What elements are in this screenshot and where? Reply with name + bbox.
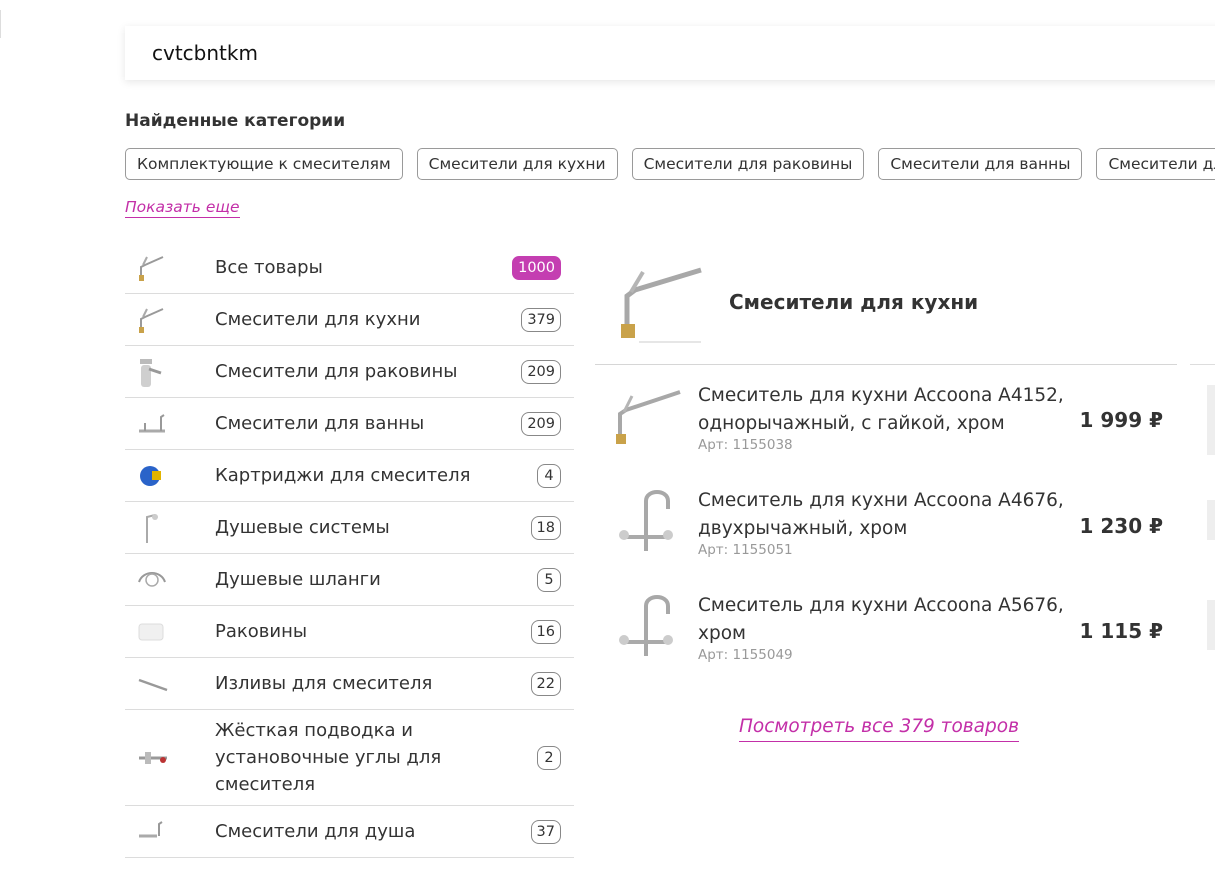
category-label: Смесители для кухни: [215, 309, 421, 330]
found-categories-title: Найденные категории: [125, 111, 346, 131]
kitchen-faucet-image: [609, 256, 709, 350]
category-count: 209: [521, 411, 561, 436]
next-panel-image-edge: [1207, 500, 1215, 540]
chip-faucet-parts[interactable]: Комплектующие к смесителям: [125, 148, 403, 180]
category-count: 4: [537, 463, 561, 488]
product-item[interactable]: Смеситель для кухни Accoona A4676, двухр…: [608, 487, 1178, 577]
bath-faucet-icon: [125, 398, 215, 449]
product-item[interactable]: Смеситель для кухни Accoona A4152, однор…: [608, 382, 1178, 472]
page-edge-divider: [0, 10, 1, 38]
product-image: [608, 592, 686, 672]
category-item-all[interactable]: Все товары 1000: [125, 242, 574, 294]
product-name[interactable]: Смеситель для кухни Accoona A4152, однор…: [698, 382, 1068, 438]
category-count: 1000: [512, 255, 561, 280]
category-label: Смесители для ванны: [215, 413, 425, 434]
view-all-products-link[interactable]: Посмотреть все 379 товаров: [739, 716, 1019, 742]
category-label: Жёсткая подводка и установочные углы для…: [215, 720, 442, 795]
category-item-shower-hoses[interactable]: Душевые шланги 5: [125, 554, 574, 606]
cartridge-icon: [125, 450, 215, 501]
chip-bath-faucets[interactable]: Смесители для ванны: [878, 148, 1083, 180]
product-item[interactable]: Смеситель для кухни Accoona A5676, хром …: [608, 592, 1178, 682]
chip-more-faucets[interactable]: Смесители для: [1096, 148, 1215, 180]
category-count: 5: [537, 567, 561, 592]
category-count: 22: [530, 671, 561, 696]
category-item-spouts[interactable]: Изливы для смесителя 22: [125, 658, 574, 710]
category-count: 379: [521, 307, 561, 332]
category-label: Душевые шланги: [215, 569, 381, 590]
product-image: [608, 382, 686, 458]
search-box[interactable]: [125, 26, 1215, 80]
category-list: Все товары 1000 Смесители для кухни 379 …: [125, 242, 574, 858]
product-price: 1 999 ₽: [1079, 408, 1163, 432]
product-name[interactable]: Смеситель для кухни Accoona A5676, хром: [698, 592, 1068, 648]
panel-title: Смесители для кухни: [729, 290, 979, 314]
category-count: 16: [530, 619, 561, 644]
next-panel-divider: [1190, 364, 1215, 365]
category-count: 209: [521, 359, 561, 384]
basin-faucet-icon: [125, 346, 215, 397]
shower-system-icon: [125, 502, 215, 553]
chip-kitchen-faucets[interactable]: Смесители для кухни: [416, 148, 618, 180]
shower-faucet-icon: [125, 806, 215, 857]
product-price: 1 230 ₽: [1079, 514, 1163, 538]
category-item-kitchen[interactable]: Смесители для кухни 379: [125, 294, 574, 346]
category-item-connectors[interactable]: Жёсткая подводка и установочные углы для…: [125, 710, 574, 806]
category-item-basin[interactable]: Смесители для раковины 209: [125, 346, 574, 398]
faucet-icon: [125, 294, 215, 345]
category-item-shower-systems[interactable]: Душевые системы 18: [125, 502, 574, 554]
category-count: 18: [530, 515, 561, 540]
product-image: [608, 487, 686, 567]
next-panel-image-edge: [1207, 385, 1215, 455]
product-article: Арт: 1155038: [698, 437, 793, 453]
category-label: Картриджи для смесителя: [215, 465, 471, 486]
product-price: 1 115 ₽: [1079, 619, 1163, 643]
category-label: Раковины: [215, 621, 308, 642]
chip-basin-faucets[interactable]: Смесители для раковины: [631, 148, 865, 180]
faucet-icon: [125, 242, 215, 293]
category-item-bath[interactable]: Смесители для ванны 209: [125, 398, 574, 450]
category-item-cartridges[interactable]: Картриджи для смесителя 4: [125, 450, 574, 502]
connector-icon: [125, 710, 215, 805]
shower-hose-icon: [125, 554, 215, 605]
category-label: Все товары: [215, 257, 323, 278]
category-label: Смесители для раковины: [215, 361, 458, 382]
category-item-sinks[interactable]: Раковины 16: [125, 606, 574, 658]
category-label: Смесители для душа: [215, 821, 416, 842]
category-item-shower-faucets[interactable]: Смесители для душа 37: [125, 806, 574, 858]
category-label: Изливы для смесителя: [215, 673, 433, 694]
product-article: Арт: 1155049: [698, 647, 793, 663]
show-more-link[interactable]: Показать еще: [125, 198, 240, 218]
category-panel-header: Смесители для кухни: [595, 250, 1177, 365]
category-label: Душевые системы: [215, 517, 390, 538]
sink-icon: [125, 606, 215, 657]
search-input[interactable]: [150, 40, 1054, 66]
product-name[interactable]: Смеситель для кухни Accoona A4676, двухр…: [698, 487, 1068, 543]
next-panel-image-edge: [1207, 600, 1215, 650]
spout-icon: [125, 658, 215, 709]
category-count: 37: [530, 819, 561, 844]
category-count: 2: [537, 745, 561, 770]
product-article: Арт: 1155051: [698, 542, 793, 558]
category-chips: Комплектующие к смесителям Смесители для…: [125, 148, 1215, 180]
